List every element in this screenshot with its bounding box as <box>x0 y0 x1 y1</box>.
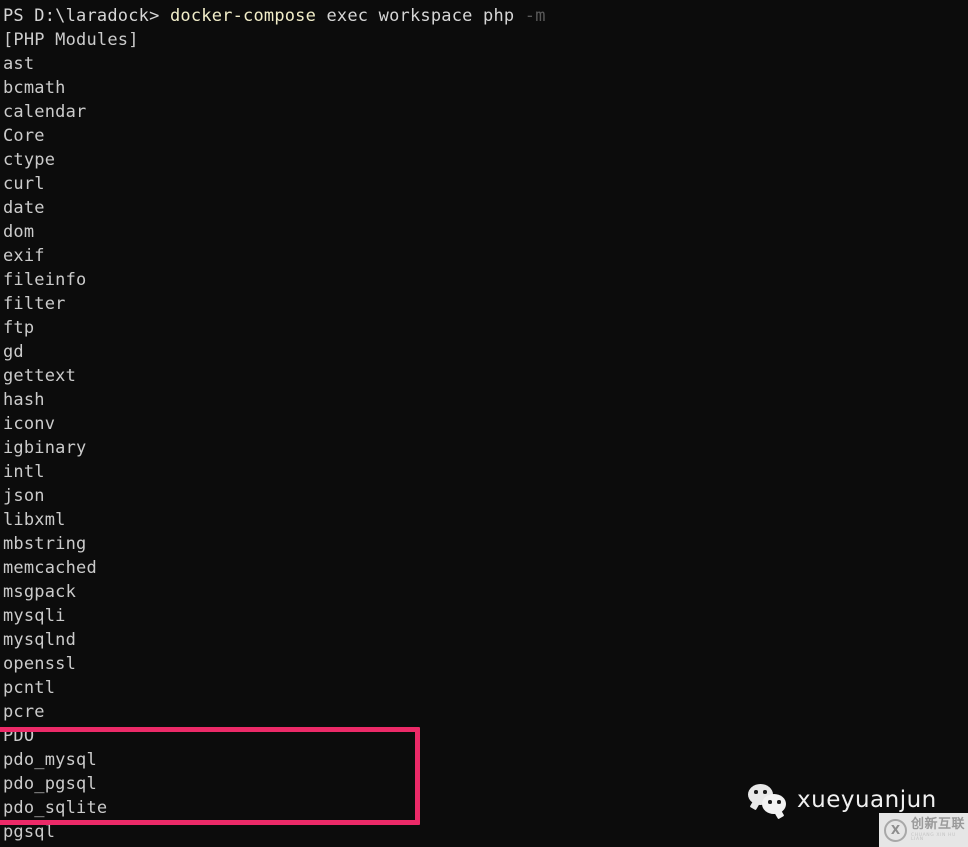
module-list-item: ctype <box>3 150 56 170</box>
module-list-item: ast <box>3 54 35 74</box>
output-header: [PHP Modules] <box>3 30 139 50</box>
module-list-item: openssl <box>3 654 77 674</box>
module-list-item: mbstring <box>3 534 87 554</box>
module-list-item: curl <box>3 174 45 194</box>
module-list-item-pdo: PDO <box>3 726 35 746</box>
circle-x-icon: X <box>884 818 907 842</box>
module-list-item: calendar <box>3 102 87 122</box>
command-flag: -m <box>524 6 546 26</box>
module-list-item: gettext <box>3 366 77 386</box>
module-list-item: intl <box>3 462 45 482</box>
command-name: docker-compose <box>169 6 317 26</box>
module-list-item: ftp <box>3 318 35 338</box>
module-list-item: date <box>3 198 45 218</box>
module-list-item: gd <box>3 342 24 362</box>
module-list-item-pdo-mysql: pdo_mysql <box>3 750 97 770</box>
module-list-item: memcached <box>3 558 97 578</box>
module-list-item: Core <box>3 126 45 146</box>
module-list-item: json <box>3 486 45 506</box>
command-prompt-line[interactable]: PS D:\laradock> docker-compose exec work… <box>0 4 968 28</box>
module-list-item: mysqlnd <box>3 630 77 650</box>
module-list-item: pcntl <box>3 678 56 698</box>
site-logo-text: 创新互联 CHUANG XIN HU LIAN <box>911 818 968 843</box>
site-logo-subtitle: CHUANG XIN HU LIAN <box>911 832 956 842</box>
wechat-account-name: xueyuanjun <box>797 787 937 813</box>
module-list-item: libxml <box>3 510 66 530</box>
module-list-item: msgpack <box>3 582 77 602</box>
module-list-item: igbinary <box>3 438 87 458</box>
module-list-item: pcre <box>3 702 45 722</box>
module-list-item: iconv <box>3 414 56 434</box>
module-list-item: exif <box>3 246 45 266</box>
module-list-item-pgsql: pgsql <box>3 822 56 842</box>
console-output-area: PS D:\laradock> docker-compose exec work… <box>0 0 968 844</box>
site-logo-title: 创新互联 <box>911 816 966 832</box>
module-list-item: hash <box>3 390 45 410</box>
module-list-item: dom <box>3 222 35 242</box>
wechat-icon <box>748 784 788 816</box>
module-list-item: fileinfo <box>3 270 87 290</box>
module-list-item: filter <box>3 294 66 314</box>
module-list-item: bcmath <box>3 78 66 98</box>
wechat-watermark: xueyuanjun <box>748 784 937 816</box>
module-list-item: mysqli <box>3 606 66 626</box>
command-arguments: exec workspace php <box>326 6 515 26</box>
shell-prompt: PS D:\laradock> <box>3 6 160 26</box>
site-logo-badge: X 创新互联 CHUANG XIN HU LIAN <box>879 813 968 847</box>
terminal-window[interactable]: PS D:\laradock> docker-compose exec work… <box>0 0 968 847</box>
